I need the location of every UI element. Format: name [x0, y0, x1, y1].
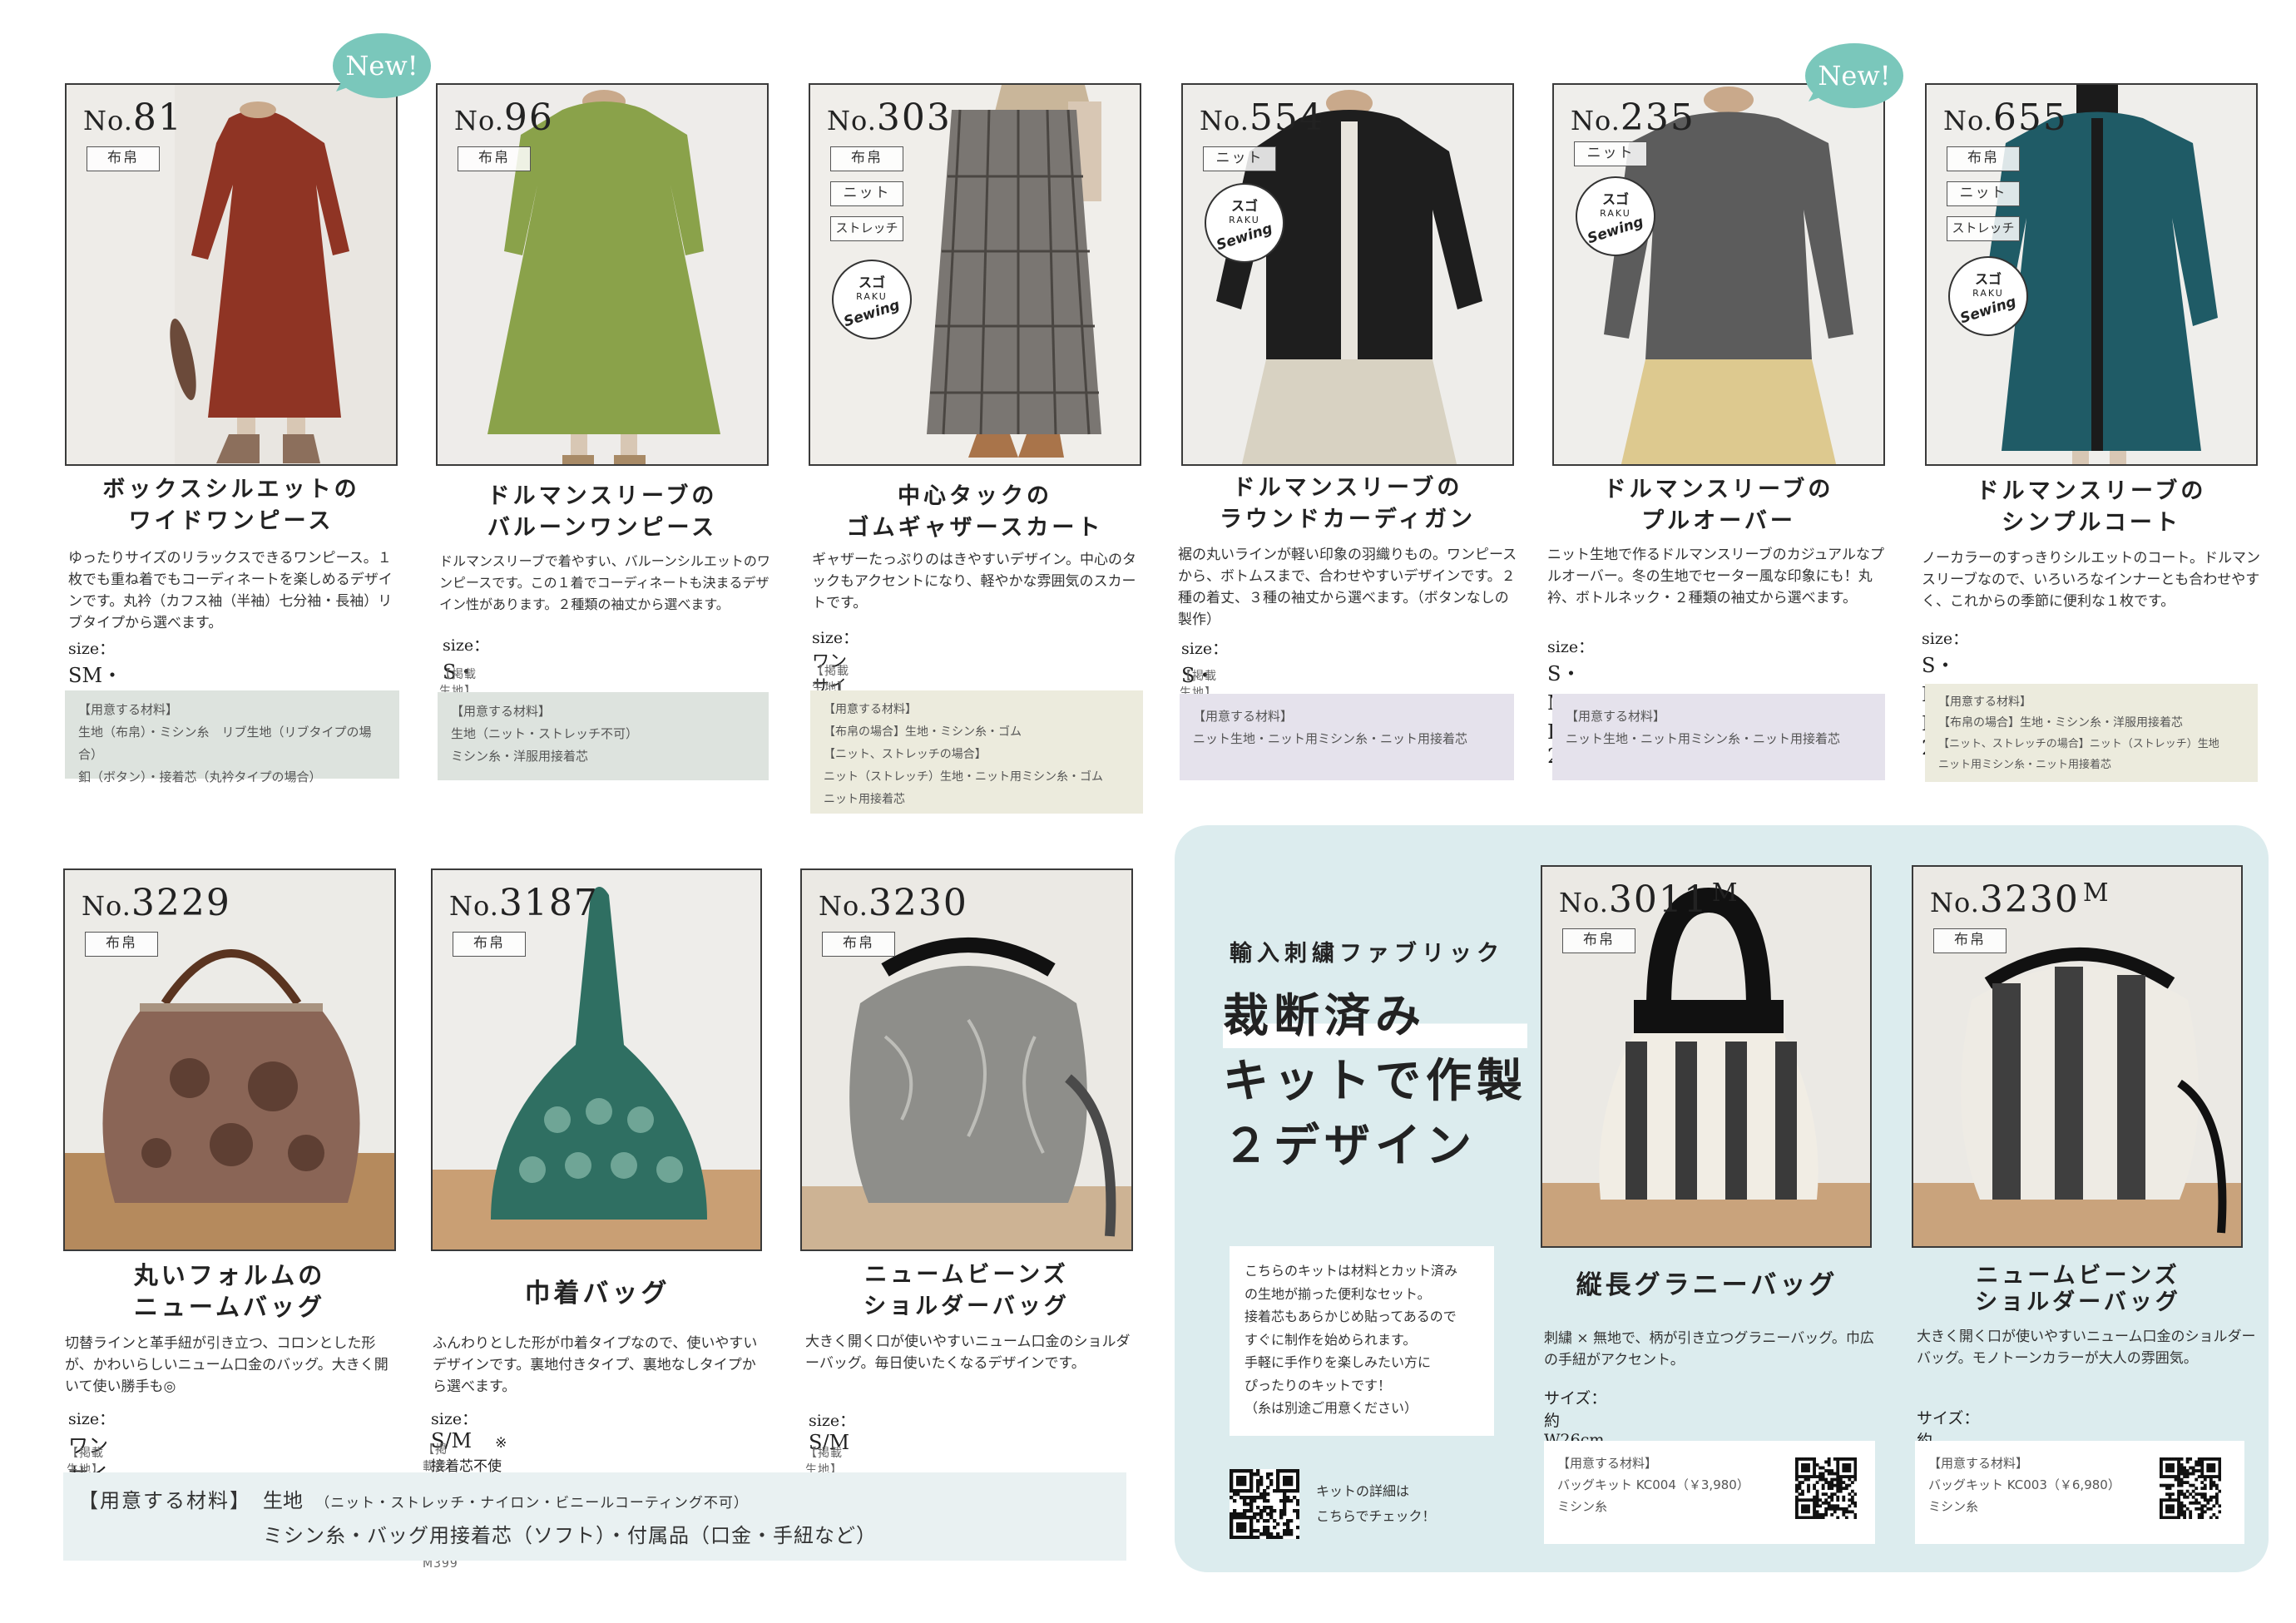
- pattern-number: No.3230 M: [1930, 878, 2109, 921]
- kit-panel-heading: 裁断済み キットで作製 ２デザイン: [1223, 983, 1528, 1178]
- product-description: 刺繍 × 無地で、柄が引き立つグラニーバッグ。巾広の手紐がアクセント。: [1544, 1330, 1874, 1368]
- tag-fabric: 布帛: [85, 932, 158, 957]
- product-title: 丸いフォルムの ニュームバッグ: [133, 1261, 326, 1321]
- pattern-number: No.303: [827, 96, 952, 139]
- qr-code-kit-3230m[interactable]: [2160, 1457, 2221, 1519]
- product-photo: No.96 布帛: [436, 83, 769, 466]
- pattern-number: No.81: [83, 96, 183, 139]
- suguraku-sewing-logo: スゴ RAKU Sewing: [1205, 183, 1284, 263]
- product-photo: No.303 布帛 ニット ストレッチ スゴ RAKU Sewing: [809, 83, 1141, 466]
- materials-heading: 【用意する材料】: [78, 1489, 251, 1512]
- tag-fabric: 布帛: [1933, 928, 2007, 953]
- suguraku-sewing-logo: スゴ RAKU Sewing: [832, 260, 912, 339]
- qr-code-icon: [1795, 1457, 1857, 1519]
- product-photo: No.3229 布帛: [63, 868, 396, 1251]
- materials-box: 【用意する材料】 生地（ニット・ストレッチ不可） ミシン糸・洋服用接着芯: [438, 692, 769, 780]
- materials-box: 【用意する材料】 【布帛の場合】生地・ミシン糸・洋服用接着芯 【ニット、ストレッ…: [1925, 684, 2258, 782]
- qr-caption: キットの詳細は こちらでチェック！: [1316, 1483, 1436, 1524]
- cardigan-illustration: [1183, 85, 1512, 464]
- qr-code-icon: [1230, 1469, 1299, 1539]
- product-title: ドルマンスリーブの シンプルコート: [1976, 478, 2207, 536]
- product-description: ゆったりサイズのリラックスできるワンピース。１枚でも重ね着でもコーディネートを楽…: [68, 550, 393, 631]
- tag-fabric: 布帛: [822, 932, 895, 957]
- suguraku-sewing-logo: スゴ RAKU Sewing: [1576, 176, 1655, 256]
- bag-illustration: [1913, 867, 2241, 1246]
- product-title: ドルマンスリーブの プルオーバー: [1603, 477, 1834, 534]
- dress-illustration: [438, 85, 767, 464]
- kit-panel-subtitle: 輸入刺繍ファブリック: [1230, 941, 1504, 967]
- pattern-number: No.235: [1571, 96, 1695, 139]
- product-photo: No.81 布帛: [65, 83, 398, 466]
- pattern-number: No.3230: [819, 882, 968, 924]
- tag-fabric: 布帛: [1947, 146, 2020, 171]
- tag-fabric: 布帛: [830, 146, 903, 171]
- product-photo: No.3230 M 布帛: [1912, 865, 2243, 1248]
- tag-stretch: ストレッチ: [830, 216, 903, 241]
- product-title: ニュームビーンズ ショルダーバッグ: [1975, 1263, 2181, 1315]
- product-title: ニュームビーンズ ショルダーバッグ: [863, 1262, 1070, 1319]
- tag-stretch: ストレッチ: [1947, 216, 2020, 241]
- tag-fabric: 布帛: [458, 146, 531, 171]
- product-photo: No.3011 M 布帛: [1541, 865, 1872, 1248]
- product-description: ニット生地で作るドルマンスリーブのカジュアルなプルオーバー。冬の生地でセーター風…: [1547, 547, 1884, 606]
- product-title: ドルマンスリーブの ラウンドカーディガン: [1219, 475, 1477, 532]
- tag-fabric: 布帛: [1562, 928, 1635, 953]
- bag-illustration: [802, 870, 1131, 1249]
- product-photo: No.554 ニット スゴ RAKU Sewing: [1181, 83, 1514, 466]
- product-title: 中心タックの ゴムギャザースカート: [846, 483, 1104, 541]
- product-description: 大きく開く口が使いやすいニューム口金のショルダーバッグ。毎日使いたくなるデザイン…: [805, 1334, 1131, 1372]
- materials-box: 【用意する材料】 ニット生地・ニット用ミシン糸・ニット用接着芯: [1180, 694, 1514, 780]
- pattern-number: No.3187: [449, 882, 599, 924]
- bag-illustration: [1542, 867, 1870, 1246]
- pattern-number: No.3011 M: [1559, 878, 1738, 921]
- qr-code-kit-3011m[interactable]: [1795, 1457, 1857, 1519]
- tag-knit: ニット: [1203, 146, 1276, 171]
- product-photo: No.3230 布帛: [800, 868, 1133, 1251]
- suguraku-sewing-logo: スゴ RAKU Sewing: [1948, 256, 2028, 336]
- bag-illustration: [433, 870, 760, 1249]
- pattern-number: No.554: [1200, 96, 1324, 139]
- product-description: ノーカラーのすっきりシルエットのコート。ドルマンスリーブなので、いろいろなインナ…: [1922, 550, 2260, 610]
- qr-code-icon: [2160, 1457, 2221, 1519]
- new-badge: New!: [333, 33, 431, 98]
- tag-knit: ニット: [1947, 181, 2020, 206]
- product-photo: No.3187 布帛: [431, 868, 762, 1251]
- product-description: ふんわりとした形が巾着タイプなので、使いやすいデザインです。裏地付きタイプ、裏地…: [433, 1335, 758, 1395]
- pattern-number: No.3229: [82, 882, 231, 924]
- new-badge: New!: [1805, 43, 1903, 108]
- materials-line-2: ミシン糸・バッグ用接着芯（ソフト）・付属品（口金・手紐など）: [263, 1524, 877, 1547]
- product-title: ボックスシルエットの ワイドワンピース: [102, 477, 360, 534]
- materials-line-1: 生地 （ニット・ストレッチ・ナイロン・ビニールコーティング不可）: [263, 1489, 749, 1512]
- kit-description-box: こちらのキットは材料とカット済み の生地が揃った便利なセット。 接着芯もあらかじ…: [1230, 1246, 1494, 1436]
- pattern-number: No.96: [454, 96, 554, 139]
- bag-materials-box: 【用意する材料】 生地 （ニット・ストレッチ・ナイロン・ビニールコーティング不可…: [63, 1472, 1126, 1561]
- materials-box: 【用意する材料】 ニット生地・ニット用ミシン糸・ニット用接着芯: [1552, 694, 1885, 780]
- tag-knit: ニット: [1574, 141, 1647, 166]
- product-title: ドルマンスリーブの バルーンワンピース: [487, 483, 718, 541]
- product-photo: No.655 布帛 ニット ストレッチ スゴ RAKU Sewing: [1925, 83, 2258, 466]
- qr-code-kit-details[interactable]: [1230, 1469, 1299, 1539]
- product-title: 縦長グラニーバッグ: [1576, 1270, 1838, 1300]
- tag-fabric: 布帛: [453, 932, 526, 957]
- product-description: ギャザーたっぷりのはきやすいデザイン。中心のタックもアクセントになり、軽やかな雰…: [812, 552, 1136, 611]
- dress-illustration: [67, 85, 396, 464]
- product-description: 大きく開く口が使いやすいニューム口金のショルダーバッグ。モノトーンカラーが大人の…: [1917, 1329, 2256, 1367]
- product-description: ドルマンスリーブで着やすい、バルーンシルエットのワンピースです。この１着でコーデ…: [439, 553, 770, 612]
- tag-knit: ニット: [830, 181, 903, 206]
- pattern-number: No.655: [1943, 96, 2068, 139]
- bag-illustration: [65, 870, 394, 1249]
- product-photo: No.235 ニット スゴ RAKU Sewing: [1552, 83, 1885, 466]
- product-description: 裾の丸いラインが軽い印象の羽織りもの。ワンピースから、ボトムスまで、合わせやすい…: [1178, 547, 1517, 628]
- materials-box: 【用意する材料】 【布帛の場合】生地・ミシン糸・ゴム 【ニット、ストレッチの場合…: [810, 690, 1143, 814]
- product-title: 巾着バッグ: [524, 1279, 670, 1309]
- product-description: 切替ラインと革手紐が引き立つ、コロンとした形が、かわいらしいニューム口金のバッグ…: [65, 1335, 388, 1395]
- materials-box: 【用意する材料】 生地（布帛）・ミシン糸 リブ生地（リブタイプの場合） 釦（ボタ…: [65, 690, 399, 784]
- tag-fabric: 布帛: [87, 146, 160, 171]
